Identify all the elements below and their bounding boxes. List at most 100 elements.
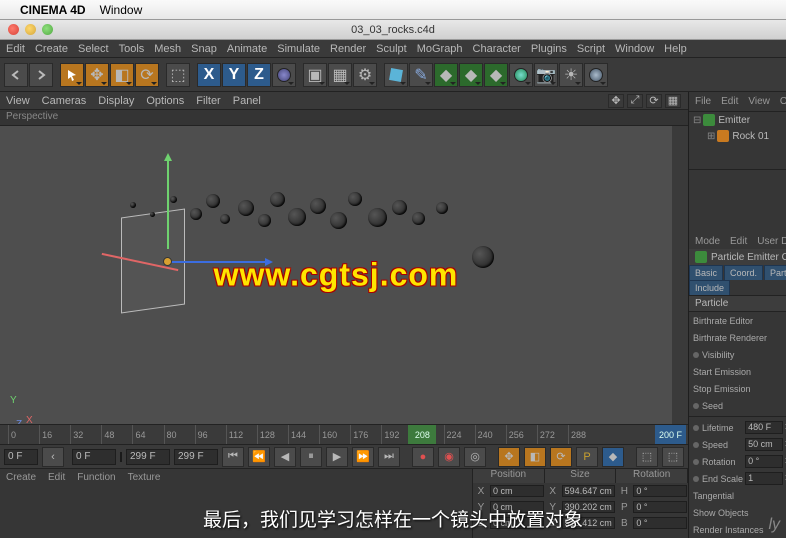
obj-menu-view[interactable]: View	[748, 96, 770, 107]
range-start-field[interactable]: 0 F	[72, 449, 116, 465]
coord-size-field[interactable]: 390.202 cm	[562, 501, 616, 513]
tab-basic[interactable]: Basic	[689, 265, 723, 280]
play-pause-button[interactable]: ⏸	[300, 447, 322, 467]
menu-window[interactable]: Window	[615, 43, 654, 55]
start-frame-field[interactable]: 0 F	[4, 449, 38, 465]
vp-menu-view[interactable]: View	[6, 95, 30, 107]
anim-dot-icon[interactable]	[693, 403, 699, 409]
live-select-tool[interactable]	[60, 63, 84, 87]
vp-nav-orbit-icon[interactable]: ⟳	[646, 94, 662, 108]
coord-size-field[interactable]: 513.412 cm	[562, 517, 616, 529]
obj-menu-edit[interactable]: Edit	[721, 96, 738, 107]
prev-spin-icon[interactable]: ‹	[42, 447, 64, 467]
vp-menu-options[interactable]: Options	[146, 95, 184, 107]
coord-rot-field[interactable]: 0 °	[633, 501, 687, 513]
prop-value-field[interactable]: 0 °	[745, 455, 783, 468]
minimize-window-button[interactable]	[25, 24, 36, 35]
anim-dot-icon[interactable]	[693, 425, 699, 431]
z-axis-lock[interactable]: Z	[247, 63, 271, 87]
record-button[interactable]: ●	[412, 447, 434, 467]
menu-simulate[interactable]: Simulate	[277, 43, 320, 55]
anim-dot-icon[interactable]	[693, 352, 699, 358]
coord-pos-field[interactable]: 0 cm	[490, 485, 544, 497]
menu-help[interactable]: Help	[664, 43, 687, 55]
close-window-button[interactable]	[8, 24, 19, 35]
zoom-window-button[interactable]	[42, 24, 53, 35]
tab-include[interactable]: Include	[689, 280, 730, 295]
prop-value-field[interactable]: 1	[745, 472, 783, 485]
vp-nav-pan-icon[interactable]: ✥	[608, 94, 624, 108]
coord-pos-field[interactable]: 0 cm	[490, 501, 544, 513]
last-tool-button[interactable]: ⬚	[166, 63, 190, 87]
timeline-ruler[interactable]: 0163248648096112128144160176192208224240…	[0, 424, 688, 444]
current-frame-marker[interactable]: 208	[408, 425, 436, 444]
menu-sculpt[interactable]: Sculpt	[376, 43, 407, 55]
anim-mode2-button[interactable]: ⬚	[662, 447, 684, 467]
scale-key-button[interactable]: ◧	[524, 447, 546, 467]
obj-menu-file[interactable]: File	[695, 96, 711, 107]
goto-end-button[interactable]: ⏭	[378, 447, 400, 467]
prop-value-field[interactable]: 50 cm	[745, 438, 783, 451]
rotate-tool[interactable]: ⟳	[135, 63, 159, 87]
anim-dot-icon[interactable]	[693, 459, 699, 465]
tab-coord[interactable]: Coord.	[724, 265, 763, 280]
tree-expand-icon[interactable]: ⊟	[693, 115, 701, 126]
add-environment-button[interactable]	[509, 63, 533, 87]
pla-key-button[interactable]: ◆	[602, 447, 624, 467]
move-tool[interactable]: ✥	[85, 63, 109, 87]
menu-edit[interactable]: Edit	[6, 43, 25, 55]
pos-key-button[interactable]: ✥	[498, 447, 520, 467]
app-menu-name[interactable]: CINEMA 4D	[20, 3, 86, 17]
vp-menu-filter[interactable]: Filter	[196, 95, 220, 107]
coord-size-field[interactable]: 594.647 cm	[562, 485, 616, 497]
menu-tools[interactable]: Tools	[119, 43, 145, 55]
mat-menu-function[interactable]: Function	[77, 472, 115, 483]
prev-frame-button[interactable]: ◀	[274, 447, 296, 467]
next-key-button[interactable]: ⏩	[352, 447, 374, 467]
viewport-3d[interactable]: Y X Z www.cgtsj.com	[0, 126, 672, 424]
vp-menu-panel[interactable]: Panel	[233, 95, 261, 107]
prop-value-field[interactable]: 480 F	[745, 421, 783, 434]
menu-plugins[interactable]: Plugins	[531, 43, 567, 55]
attr-menu-userdata[interactable]: User Data	[757, 236, 786, 247]
render-view-button[interactable]: ▣	[303, 63, 327, 87]
mat-menu-edit[interactable]: Edit	[48, 472, 65, 483]
menu-animate[interactable]: Animate	[227, 43, 267, 55]
menu-mograph[interactable]: MoGraph	[417, 43, 463, 55]
add-camera-button[interactable]: 📷	[534, 63, 558, 87]
object-tree-item[interactable]: ⊞ Rock 01	[689, 128, 786, 144]
vp-nav-layout-icon[interactable]: ▦	[665, 94, 681, 108]
menu-render[interactable]: Render	[330, 43, 366, 55]
attr-menu-edit[interactable]: Edit	[730, 236, 747, 247]
menu-select[interactable]: Select	[78, 43, 109, 55]
mac-menu-window[interactable]: Window	[100, 3, 143, 17]
prev-key-button[interactable]: ⏪	[248, 447, 270, 467]
add-nurbs-button[interactable]: ◆	[434, 63, 458, 87]
object-tree-item[interactable]: ⊟ Emitter	[689, 112, 786, 128]
anim-dot-icon[interactable]	[693, 442, 699, 448]
x-axis-lock[interactable]: X	[197, 63, 221, 87]
mat-menu-texture[interactable]: Texture	[128, 472, 161, 483]
vp-menu-cameras[interactable]: Cameras	[42, 95, 87, 107]
rot-key-button[interactable]: ⟳	[550, 447, 572, 467]
attr-menu-mode[interactable]: Mode	[695, 236, 720, 247]
coord-rot-field[interactable]: 0 °	[633, 485, 687, 497]
add-pen-button[interactable]: ✎	[409, 63, 433, 87]
vp-nav-zoom-icon[interactable]: ⤢	[627, 94, 643, 108]
coord-system-button[interactable]	[272, 63, 296, 87]
autokey-button[interactable]: ◉	[438, 447, 460, 467]
render-settings-button[interactable]: ⚙	[353, 63, 377, 87]
menu-create[interactable]: Create	[35, 43, 68, 55]
obj-menu-objects[interactable]: Objects	[780, 96, 786, 107]
y-axis-lock[interactable]: Y	[222, 63, 246, 87]
goto-start-button[interactable]: ⏮	[222, 447, 244, 467]
tree-expand-icon[interactable]: ⊞	[707, 131, 715, 142]
vp-menu-display[interactable]: Display	[98, 95, 134, 107]
scale-tool[interactable]: ◧	[110, 63, 134, 87]
param-key-button[interactable]: P	[576, 447, 598, 467]
tab-particle[interactable]: Particle	[764, 265, 786, 280]
coord-rot-field[interactable]: 0 °	[633, 517, 687, 529]
mode-toolbar[interactable]	[0, 126, 15, 424]
anim-mode-button[interactable]: ⬚	[636, 447, 658, 467]
add-scene-button[interactable]	[584, 63, 608, 87]
